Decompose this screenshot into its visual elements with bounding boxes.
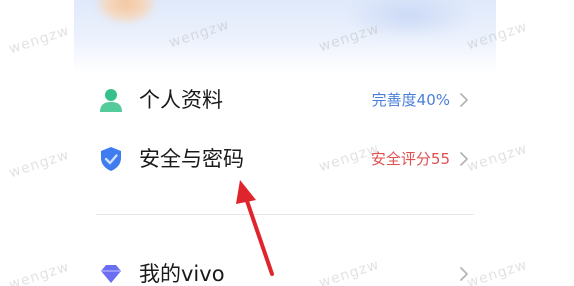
profile-completeness: 完善度40% [371,91,450,109]
menu-item-label: 安全与密码 [139,147,244,171]
menu-item-security[interactable]: 安全与密码 安全评分55 [74,137,496,181]
menu-item-profile[interactable]: 个人资料 完善度40% [74,78,496,122]
security-score: 安全评分55 [370,150,450,168]
watermark: wengzw [7,146,72,182]
screenshot-stage: 个人资料 完善度40% 安全与密码 安全评分55 我的vivo wengzw w… [0,0,574,286]
watermark: wengzw [7,22,72,58]
shield-icon [98,146,124,172]
chevron-right-icon [456,92,472,108]
avatar-blur [96,0,156,24]
annotation-arrow [236,180,274,276]
menu-item-label: 我的vivo [139,262,225,286]
watermark: wengzw [7,258,72,286]
menu-item-label: 个人资料 [139,88,223,112]
person-icon [98,87,124,113]
diamond-icon [98,261,124,286]
profile-header-background [74,0,496,72]
